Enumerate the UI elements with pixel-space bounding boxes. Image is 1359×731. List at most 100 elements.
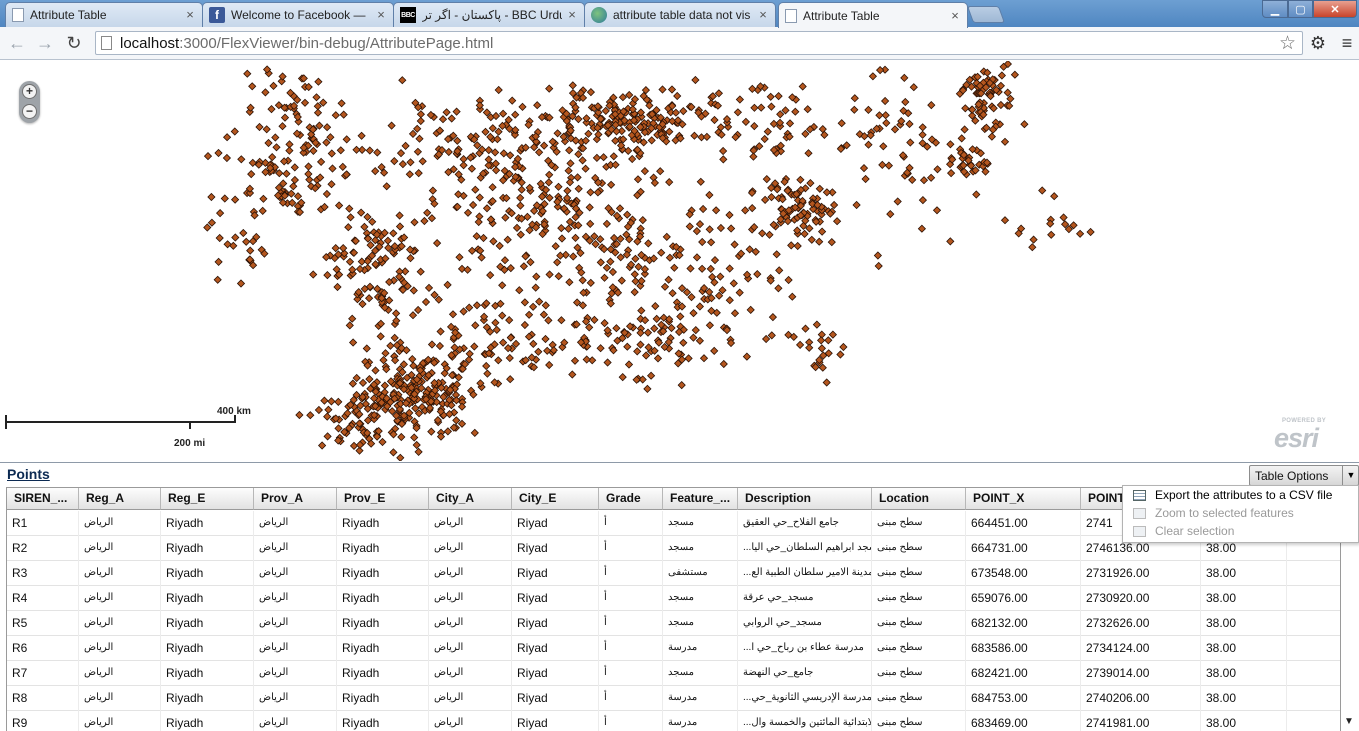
map-point-marker[interactable] (1010, 70, 1020, 79)
map-point-marker[interactable] (352, 373, 361, 383)
map-point-marker[interactable] (336, 146, 345, 155)
map-point-marker[interactable] (334, 201, 344, 210)
map-point-marker[interactable] (383, 236, 393, 245)
map-point-marker[interactable] (758, 229, 767, 238)
map-point-marker[interactable] (651, 301, 660, 311)
map-point-marker[interactable] (365, 374, 374, 384)
map-point-marker[interactable] (591, 239, 600, 249)
close-icon[interactable]: × (757, 8, 769, 21)
map-point-marker[interactable] (643, 328, 653, 337)
map-point-marker[interactable] (381, 349, 390, 358)
map-point-marker[interactable] (413, 124, 422, 133)
map-point-marker[interactable] (467, 246, 477, 255)
map-point-marker[interactable] (520, 298, 530, 307)
map-point-marker[interactable] (322, 123, 332, 132)
map-point-marker[interactable] (581, 164, 590, 173)
map-point-marker[interactable] (633, 175, 643, 184)
map-point-marker[interactable] (630, 287, 639, 297)
map-point-marker[interactable] (264, 138, 273, 148)
map-point-marker[interactable] (324, 405, 333, 414)
map-point-marker[interactable] (918, 130, 927, 139)
map-point-marker[interactable] (229, 241, 238, 250)
map-point-marker[interactable] (733, 108, 743, 117)
map-point-marker[interactable] (647, 136, 656, 145)
map-point-marker[interactable] (442, 108, 451, 117)
column-header[interactable]: Description (738, 488, 872, 510)
map-point-marker[interactable] (646, 371, 656, 380)
map-point-marker[interactable] (410, 218, 419, 227)
map-point-marker[interactable] (414, 447, 423, 457)
map-point-marker[interactable] (592, 153, 602, 163)
map-point-marker[interactable] (470, 428, 479, 438)
map-point-marker[interactable] (362, 344, 371, 353)
map-point-marker[interactable] (1075, 229, 1085, 238)
map-point-marker[interactable] (695, 336, 705, 345)
map-point-marker[interactable] (492, 325, 501, 335)
map-point-marker[interactable] (230, 127, 239, 136)
reload-icon[interactable]: ↻ (63, 32, 85, 54)
map-point-marker[interactable] (750, 103, 759, 112)
map-point-marker[interactable] (495, 241, 504, 251)
map-point-marker[interactable] (503, 235, 512, 244)
map-point-marker[interactable] (534, 347, 543, 356)
map-point-marker[interactable] (884, 161, 894, 170)
map-point-marker[interactable] (662, 232, 671, 242)
map-point-marker[interactable] (1000, 216, 1010, 225)
map-point-marker[interactable] (643, 384, 652, 394)
map-point-marker[interactable] (602, 219, 612, 229)
map-point-marker[interactable] (691, 75, 700, 85)
map-point-marker[interactable] (822, 188, 832, 197)
layer-title-link[interactable]: Points (7, 466, 50, 482)
map-point-marker[interactable] (309, 146, 318, 156)
map-point-marker[interactable] (333, 282, 342, 292)
map-point-marker[interactable] (750, 121, 759, 131)
map-point-marker[interactable] (827, 237, 836, 247)
map-point-marker[interactable] (517, 185, 526, 194)
map-point-marker[interactable] (312, 93, 321, 102)
map-point-marker[interactable] (516, 230, 525, 239)
map-point-marker[interactable] (545, 270, 554, 279)
map-point-marker[interactable] (358, 378, 368, 388)
map-point-marker[interactable] (656, 167, 665, 176)
map-point-marker[interactable] (322, 138, 331, 147)
map-point-marker[interactable] (637, 306, 646, 315)
map-point-marker[interactable] (735, 95, 745, 104)
map-point-marker[interactable] (679, 106, 688, 116)
map-point-marker[interactable] (373, 148, 382, 157)
map-point-marker[interactable] (471, 321, 480, 330)
map-point-marker[interactable] (344, 223, 353, 232)
map-point-marker[interactable] (793, 241, 802, 251)
map-point-marker[interactable] (323, 432, 332, 441)
tab-facebook[interactable]: f Welcome to Facebook — × (202, 2, 394, 27)
map-point-marker[interactable] (730, 240, 739, 249)
map-point-marker[interactable] (818, 124, 827, 134)
map-point-marker[interactable] (968, 105, 977, 114)
map-point-marker[interactable] (864, 140, 873, 149)
map-point-marker[interactable] (413, 305, 423, 315)
map-point-marker[interactable] (660, 282, 670, 291)
map-point-marker[interactable] (304, 162, 313, 171)
column-header[interactable]: Feature_... (663, 488, 738, 510)
map-point-marker[interactable] (323, 270, 332, 280)
map-point-marker[interactable] (710, 346, 719, 356)
map-point-marker[interactable] (900, 73, 909, 83)
map-point-marker[interactable] (500, 256, 510, 265)
map-point-marker[interactable] (396, 148, 406, 158)
map-point-marker[interactable] (667, 85, 677, 94)
map-point-marker[interactable] (600, 273, 609, 282)
map-point-marker[interactable] (618, 372, 627, 382)
map-point-marker[interactable] (689, 308, 698, 318)
map-point-marker[interactable] (599, 153, 608, 162)
column-header[interactable]: City_A (429, 488, 512, 510)
map-point-marker[interactable] (557, 316, 566, 325)
map-point-marker[interactable] (698, 204, 708, 214)
map-point-marker[interactable] (488, 183, 497, 192)
map-point-marker[interactable] (438, 115, 448, 124)
map-point-marker[interactable] (901, 97, 910, 107)
map-point-marker[interactable] (258, 206, 267, 216)
map-point-marker[interactable] (554, 182, 563, 191)
close-icon[interactable]: × (949, 9, 961, 22)
map-point-marker[interactable] (459, 161, 468, 170)
map-point-marker[interactable] (690, 131, 699, 140)
map-point-marker[interactable] (432, 238, 442, 248)
